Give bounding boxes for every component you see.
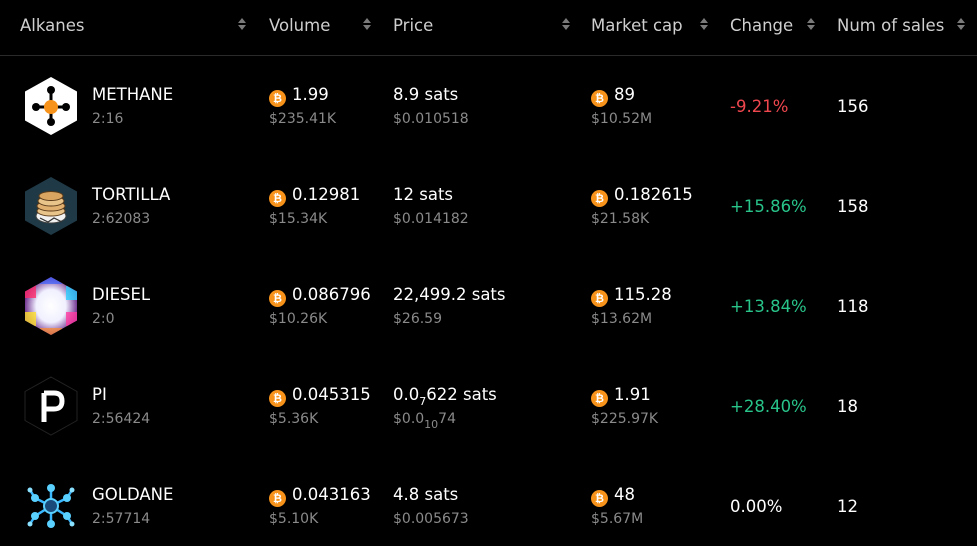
price-usd: $0.010518	[393, 111, 469, 127]
bitcoin-icon: ₿	[591, 190, 608, 207]
sort-icon[interactable]	[807, 16, 815, 32]
token-id: 2:57714	[92, 511, 151, 527]
bitcoin-icon: ₿	[269, 290, 286, 307]
volume-usd: $235.41K	[269, 111, 337, 127]
change-value: +13.84%	[730, 297, 807, 316]
change-value: +15.86%	[730, 197, 807, 216]
volume-btc: ₿ 0.086796	[269, 284, 371, 307]
volume-usd: $5.36K	[269, 411, 319, 427]
market-cap-btc: ₿ 89	[591, 84, 635, 107]
volume-btc: ₿ 0.043163	[269, 484, 371, 507]
market-cap-btc: ₿ 0.182615	[591, 184, 693, 207]
volume-usd: $10.26K	[269, 311, 328, 327]
sort-icon[interactable]	[562, 16, 570, 32]
token-id: 2:56424	[92, 411, 151, 427]
num-sales: 118	[837, 297, 869, 316]
bitcoin-icon: ₿	[591, 90, 608, 107]
price-usd: $0.005673	[393, 511, 469, 527]
num-sales: 156	[837, 97, 869, 116]
volume-btc: ₿ 0.045315	[269, 384, 371, 407]
table-row[interactable]: METHANE 2:16 ₿ 1.99 $235.41K 8.9 sats $0.…	[0, 56, 977, 156]
methane-molecule-icon	[24, 76, 78, 136]
bitcoin-icon: ₿	[269, 90, 286, 107]
sort-icon[interactable]	[700, 16, 708, 32]
change-value: 0.00%	[730, 497, 783, 516]
change-value: +28.40%	[730, 397, 807, 416]
table-row[interactable]: DIESEL 2:0 ₿ 0.086796 $10.26K 22,499.2 sa…	[0, 256, 977, 356]
price-sats: 12 sats	[393, 185, 454, 204]
token-id: 2:62083	[92, 211, 151, 227]
market-cap-btc: ₿ 1.91	[591, 384, 651, 407]
price-usd: $26.59	[393, 311, 442, 327]
token-name[interactable]: TORTILLA	[92, 184, 170, 206]
bitcoin-icon: ₿	[591, 390, 608, 407]
bitcoin-icon: ₿	[269, 490, 286, 507]
pi-letter-icon	[24, 376, 78, 436]
num-sales: 158	[837, 197, 869, 216]
bitcoin-icon: ₿	[269, 390, 286, 407]
bitcoin-icon: ₿	[269, 190, 286, 207]
table-row[interactable]: PI 2:56424 ₿ 0.045315 $5.36K 0.07622 sats…	[0, 356, 977, 456]
column-header-num-of-sales[interactable]: Num of sales	[837, 14, 944, 38]
price-sats: 8.9 sats	[393, 85, 459, 104]
tortilla-stack-icon	[24, 176, 78, 236]
market-cap-usd: $10.52M	[591, 111, 653, 127]
column-header-market-cap[interactable]: Market cap	[591, 14, 683, 38]
column-header-change[interactable]: Change	[730, 14, 793, 38]
volume-btc: ₿ 1.99	[269, 84, 329, 107]
price-sats: 22,499.2 sats	[393, 285, 506, 304]
column-header-price[interactable]: Price	[393, 14, 433, 38]
sort-icon[interactable]	[363, 16, 371, 32]
market-cap-btc: ₿ 48	[591, 484, 635, 507]
sort-icon[interactable]	[957, 16, 965, 32]
volume-usd: $15.34K	[269, 211, 328, 227]
volume-usd: $5.10K	[269, 511, 319, 527]
volume-btc: ₿ 0.12981	[269, 184, 360, 207]
table-row[interactable]: TORTILLA 2:62083 ₿ 0.12981 $15.34K 12 sat…	[0, 156, 977, 256]
change-value: -9.21%	[730, 97, 789, 116]
price-usd: $0.01074	[393, 411, 456, 431]
market-cap-usd: $225.97K	[591, 411, 659, 427]
token-name[interactable]: GOLDANE	[92, 484, 173, 506]
price-usd: $0.014182	[393, 211, 469, 227]
market-cap-usd: $13.62M	[591, 311, 653, 327]
price-sats: 4.8 sats	[393, 485, 459, 504]
column-header-alkanes[interactable]: Alkanes	[20, 14, 84, 38]
bitcoin-icon: ₿	[591, 490, 608, 507]
column-header-volume[interactable]: Volume	[269, 14, 330, 38]
market-cap-usd: $21.58K	[591, 211, 650, 227]
market-cap-btc: ₿ 115.28	[591, 284, 672, 307]
token-id: 2:0	[92, 311, 115, 327]
token-name[interactable]: METHANE	[92, 84, 173, 106]
table-header: Alkanes Volume Price Market cap Change N…	[0, 0, 977, 56]
num-sales: 12	[837, 497, 858, 516]
goldane-molecule-icon	[24, 476, 78, 536]
token-id: 2:16	[92, 111, 124, 127]
token-name[interactable]: DIESEL	[92, 284, 150, 306]
sort-icon[interactable]	[238, 16, 246, 32]
bitcoin-icon: ₿	[591, 290, 608, 307]
market-cap-usd: $5.67M	[591, 511, 644, 527]
token-name[interactable]: PI	[92, 384, 107, 406]
num-sales: 18	[837, 397, 858, 416]
diesel-rainbow-icon	[24, 276, 78, 336]
table-row[interactable]: GOLDANE 2:57714 ₿ 0.043163 $5.10K 4.8 sat…	[0, 456, 977, 546]
